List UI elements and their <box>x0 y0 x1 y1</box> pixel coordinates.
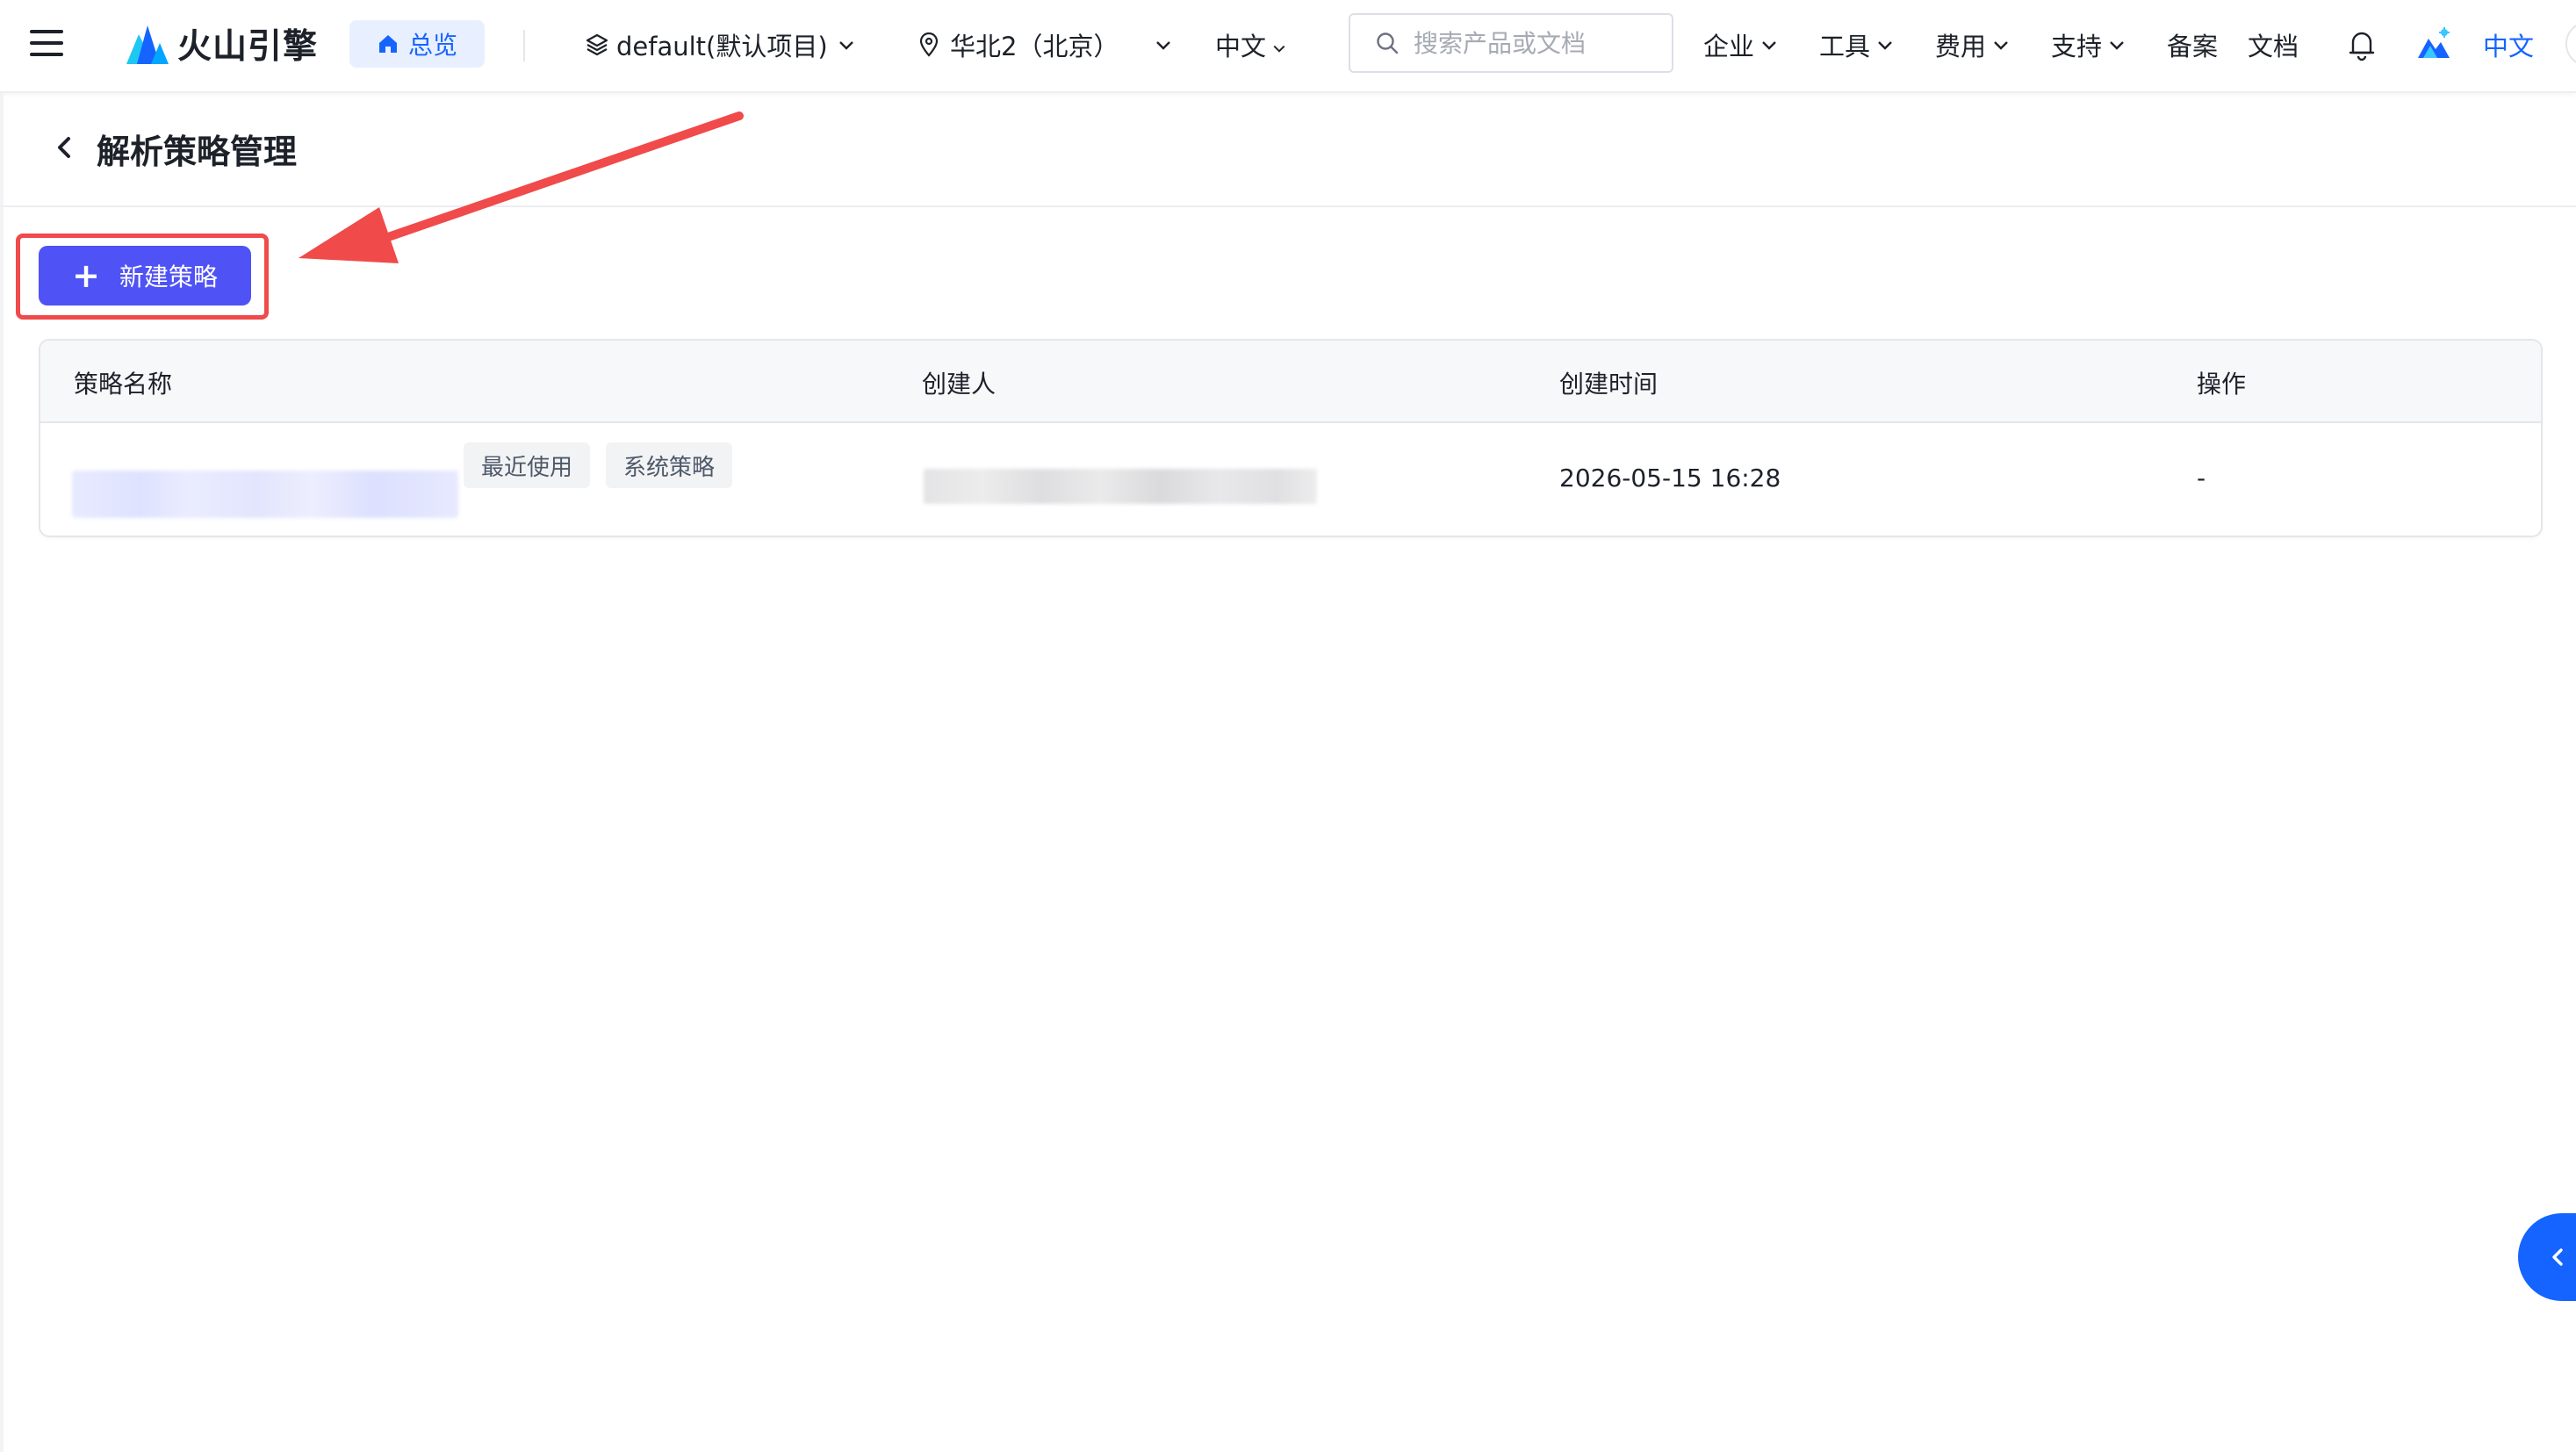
brand-name: 火山引擎 <box>177 27 319 67</box>
chevron-left-icon <box>2552 1248 2563 1266</box>
user-avatar[interactable] <box>2565 21 2576 67</box>
nav-tools[interactable]: 工具 <box>1819 25 1895 65</box>
chevron-down-icon <box>1878 41 1892 50</box>
chevron-down-icon <box>1994 41 2008 50</box>
policy-name-redacted[interactable] <box>72 471 458 518</box>
brand-logo[interactable]: 火山引擎 <box>125 18 318 70</box>
search-input[interactable] <box>1412 27 1661 59</box>
top-navigation-bar: 火山引擎 总览 default(默认项目) 华北2（北京） 中文 搜索产品或文档… <box>0 0 2576 93</box>
nav-support[interactable]: 支持 <box>2051 25 2126 65</box>
creator-redacted <box>924 469 1317 504</box>
chevron-down-icon <box>1762 41 1776 50</box>
nav-enterprise-label: 企业 <box>1703 32 1755 61</box>
nav-billing[interactable]: 费用 <box>1935 25 2011 65</box>
tag-system-policy: 系统策略 <box>606 442 733 488</box>
create-policy-label: 新建策略 <box>119 262 218 291</box>
chevron-down-icon <box>838 41 853 50</box>
chevron-down-icon <box>1156 41 1171 50</box>
hamburger-menu-icon[interactable] <box>30 30 63 60</box>
policy-table: 策略名称 创建人 创建时间 操作 最近使用 系统策略 2026-05-15 16… <box>39 339 2543 537</box>
region-selector-label: 华北2（北京） <box>950 32 1119 61</box>
language-selector-label: 中文 <box>1215 32 1267 61</box>
tag-recently-used: 最近使用 <box>464 442 591 488</box>
created-time-cell: 2026-05-15 16:28 <box>1559 464 1781 492</box>
overview-button[interactable]: 总览 <box>349 20 485 68</box>
divider <box>523 30 525 61</box>
side-panel-toggle[interactable] <box>2518 1213 2576 1301</box>
nav-filing[interactable]: 备案 <box>2167 25 2218 65</box>
project-selector-label: default(默认项目) <box>616 32 828 61</box>
back-chevron-icon[interactable] <box>53 133 76 162</box>
annotation-arrow-icon <box>299 111 744 263</box>
left-edge-strip <box>0 93 4 1452</box>
language-toggle[interactable]: 中文 <box>2483 25 2534 65</box>
region-selector[interactable]: 华北2（北京） <box>918 25 1173 65</box>
nav-filing-label: 备案 <box>2167 32 2219 61</box>
nav-billing-label: 费用 <box>1935 32 1987 61</box>
layers-icon <box>586 33 608 56</box>
nav-tools-label: 工具 <box>1819 32 1871 61</box>
nav-support-label: 支持 <box>2051 32 2103 61</box>
chevron-down-icon <box>2110 41 2124 50</box>
project-selector[interactable]: default(默认项目) <box>585 25 856 65</box>
nav-docs[interactable]: 文档 <box>2248 25 2299 65</box>
overview-label: 总览 <box>407 31 457 60</box>
create-policy-button[interactable]: + 新建策略 <box>39 246 251 305</box>
column-header-creator: 创建人 <box>922 370 997 399</box>
bell-icon[interactable] <box>2346 28 2378 61</box>
location-pin-icon <box>919 32 939 57</box>
action-cell: - <box>2197 464 2206 492</box>
column-header-created-time: 创建时间 <box>1559 370 1659 399</box>
chevron-down-icon <box>1273 45 1285 53</box>
plus-icon: + <box>72 256 100 295</box>
table-header: 策略名称 创建人 创建时间 操作 <box>40 341 2541 423</box>
table-row[interactable]: 最近使用 系统策略 2026-05-15 16:28 - <box>40 423 2541 536</box>
search-box[interactable] <box>1349 13 1673 73</box>
page-title: 解析策略管理 <box>97 133 298 171</box>
nav-docs-label: 文档 <box>2248 32 2299 61</box>
home-icon <box>378 35 397 53</box>
assistant-icon[interactable] <box>2414 25 2453 63</box>
search-icon <box>1377 32 1399 54</box>
nav-enterprise[interactable]: 企业 <box>1703 25 1779 65</box>
volcano-logo-icon <box>126 25 169 64</box>
column-header-actions: 操作 <box>2197 370 2247 399</box>
column-header-name: 策略名称 <box>74 370 173 399</box>
language-selector[interactable]: 中文 <box>1215 25 1287 65</box>
